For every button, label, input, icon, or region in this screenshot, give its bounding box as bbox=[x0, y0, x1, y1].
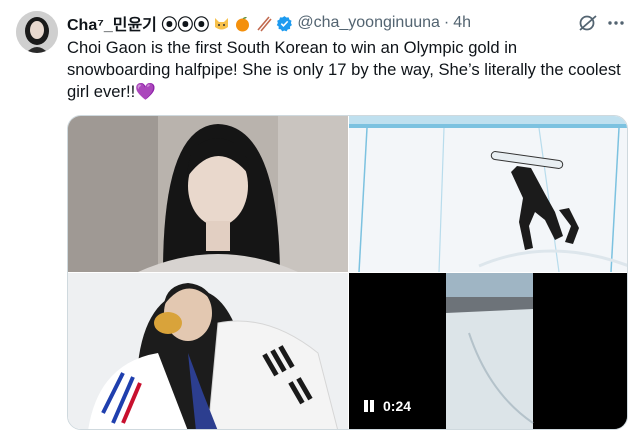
tweet-text: Choi Gaon is the first South Korean to w… bbox=[67, 38, 621, 101]
photo-gold-medal[interactable] bbox=[68, 273, 348, 429]
separator-dot: · bbox=[443, 14, 450, 31]
pause-icon[interactable] bbox=[363, 400, 375, 412]
orange-emoji-icon bbox=[234, 15, 251, 32]
more-icon[interactable] bbox=[605, 12, 627, 34]
chopsticks-emoji-icon bbox=[255, 15, 272, 32]
timestamp[interactable]: 4h bbox=[453, 14, 471, 32]
video-duration: 0:24 bbox=[383, 398, 412, 414]
grok-icon[interactable] bbox=[577, 12, 599, 34]
tweet[interactable]: Cha⁷_민윤기 ⦿⦿⦿ @cha_yoonginuuna · 4h Choi … bbox=[0, 0, 640, 438]
cat-emoji-icon bbox=[213, 15, 230, 32]
tweet-header: Cha⁷_민윤기 ⦿⦿⦿ @cha_yoonginuuna · 4h bbox=[67, 11, 471, 35]
avatar[interactable] bbox=[16, 11, 58, 53]
video-player[interactable]: 0:24 bbox=[349, 273, 627, 429]
photo-halfpipe-jump[interactable] bbox=[349, 116, 627, 272]
photo-portrait[interactable] bbox=[68, 116, 348, 272]
video-duration-badge: 0:24 bbox=[363, 395, 411, 417]
handle[interactable]: @cha_yoonginuuna bbox=[297, 14, 440, 32]
media-grid: 0:24 bbox=[67, 115, 628, 430]
display-name[interactable]: Cha⁷_민윤기 ⦿⦿⦿ bbox=[67, 11, 209, 35]
verified-badge-icon[interactable] bbox=[276, 15, 293, 32]
